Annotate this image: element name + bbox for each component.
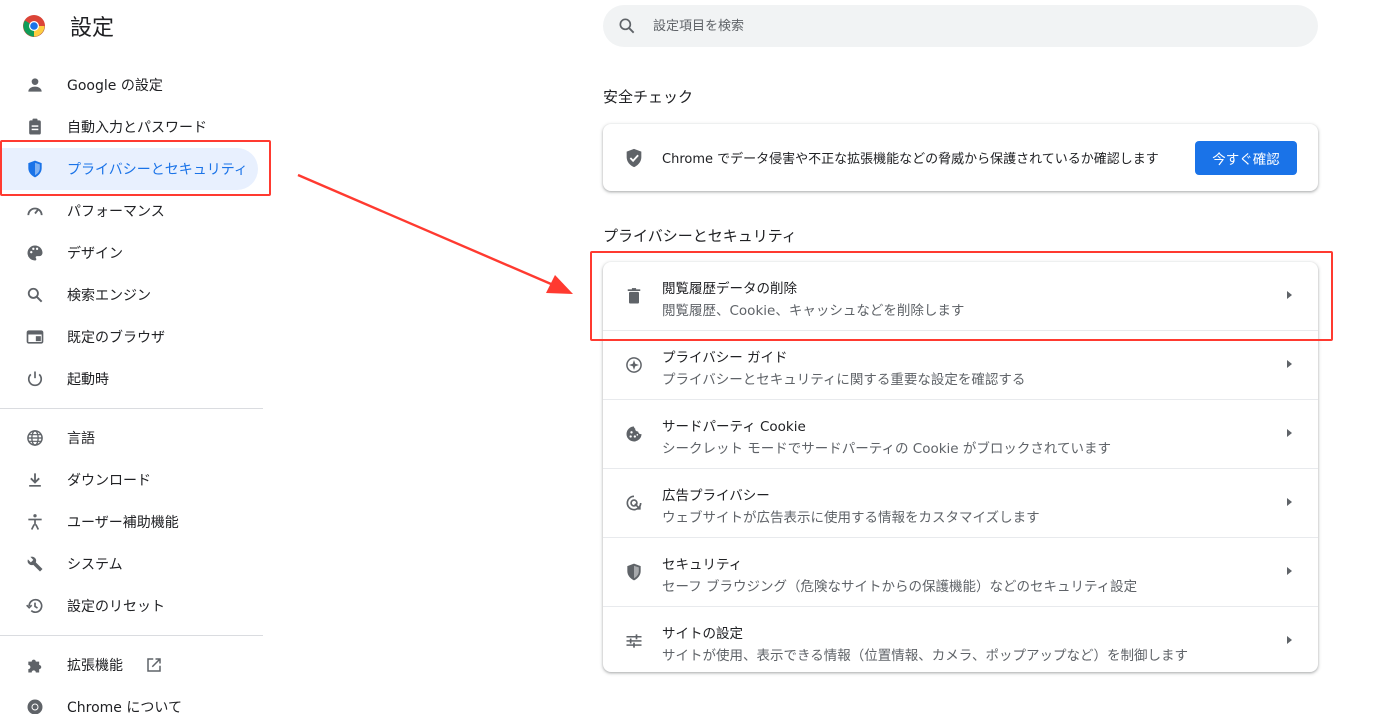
download-icon <box>24 469 46 491</box>
sidebar-item-default-browser[interactable]: 既定のブラウザ <box>0 316 263 358</box>
arrow-right-icon <box>1287 429 1292 437</box>
search-bar[interactable] <box>603 5 1318 47</box>
sidebar-item-search-engine[interactable]: 検索エンジン <box>0 274 263 316</box>
arrow-right-icon <box>1287 567 1292 575</box>
power-icon <box>24 368 46 390</box>
privacy-section-title: プライバシーとセキュリティ <box>603 227 797 245</box>
row-title: サードパーティ Cookie <box>662 419 806 435</box>
annotation-arrow <box>297 173 573 294</box>
row-subtitle: シークレット モードでサードパーティの Cookie がブロックされています <box>662 441 1111 457</box>
page-title: 設定 <box>70 16 115 41</box>
tune-icon <box>623 630 645 652</box>
sidebar-item-label: 自動入力とパスワード <box>67 120 207 136</box>
sidebar-item-label: 拡張機能 <box>67 658 123 674</box>
sidebar-divider <box>0 635 263 636</box>
arrow-right-icon <box>1287 498 1292 506</box>
sidebar-item-label: 既定のブラウザ <box>67 330 165 346</box>
sidebar-item-label: システム <box>67 557 123 573</box>
sidebar-item-reset[interactable]: 設定のリセット <box>0 585 263 627</box>
sidebar-item-extensions[interactable]: 拡張機能 <box>0 644 263 686</box>
chrome-logo-icon <box>23 15 45 37</box>
sidebar-item-label: 設定のリセット <box>67 599 165 615</box>
sidebar-item-about-chrome[interactable]: Chrome について <box>0 686 263 714</box>
safety-check-title: 安全チェック <box>603 88 694 106</box>
sidebar-item-label: 検索エンジン <box>67 288 151 304</box>
security-shield-icon <box>623 561 645 583</box>
accessibility-icon <box>24 511 46 533</box>
chrome-icon <box>24 696 46 714</box>
search-input[interactable] <box>651 17 1255 35</box>
sidebar-item-label: 起動時 <box>67 372 109 388</box>
safety-shield-icon <box>626 148 642 168</box>
row-subtitle: セーフ ブラウジング（危険なサイトからの保護機能）などのセキュリティ設定 <box>662 579 1138 595</box>
sidebar-item-language[interactable]: 言語 <box>0 417 263 459</box>
safety-check-description: Chrome でデータ侵害や不正な拡張機能などの脅威から保護されているか確認しま… <box>662 152 1159 167</box>
search-icon <box>619 18 635 34</box>
row-subtitle: サイトが使用、表示できる情報（位置情報、カメラ、ポップアップなど）を制御します <box>662 648 1188 664</box>
search-icon <box>24 284 46 306</box>
highlight-box-sidebar <box>0 140 271 196</box>
row-title: セキュリティ <box>662 557 743 573</box>
cookie-icon <box>623 423 645 445</box>
sidebar-item-label: ユーザー補助機能 <box>67 515 179 531</box>
arrow-right-icon <box>1287 360 1292 368</box>
arrow-right-icon <box>1287 636 1292 644</box>
speedometer-icon <box>24 200 46 222</box>
row-subtitle: ウェブサイトが広告表示に使用する情報をカスタマイズします <box>662 510 1040 526</box>
row-title: プライバシー ガイド <box>662 350 788 366</box>
sidebar-item-label: 言語 <box>67 431 95 447</box>
open-in-new-icon[interactable] <box>145 656 163 674</box>
sidebar-item-label: デザイン <box>67 246 123 262</box>
sidebar-item-google[interactable]: Google の設定 <box>0 64 263 106</box>
clipboard-icon <box>24 116 46 138</box>
history-icon <box>24 595 46 617</box>
sidebar-item-system[interactable]: システム <box>0 543 263 585</box>
sidebar-divider <box>0 408 263 409</box>
ad-privacy-icon <box>623 492 645 514</box>
wrench-icon <box>24 553 46 575</box>
browser-window-icon <box>24 326 46 348</box>
row-title: 広告プライバシー <box>662 488 770 504</box>
sidebar-item-label: パフォーマンス <box>67 204 165 220</box>
row-title: サイトの設定 <box>662 626 743 642</box>
sidebar-item-startup[interactable]: 起動時 <box>0 358 263 400</box>
puzzle-icon <box>24 654 46 676</box>
site-settings-row[interactable]: サイトの設定 サイトが使用、表示できる情報（位置情報、カメラ、ポップアップなど）… <box>603 606 1318 675</box>
sidebar-item-accessibility[interactable]: ユーザー補助機能 <box>0 501 263 543</box>
sidebar-item-label: ダウンロード <box>67 473 151 489</box>
third-party-cookies-row[interactable]: サードパーティ Cookie シークレット モードでサードパーティの Cooki… <box>603 399 1318 468</box>
sidebar-item-design[interactable]: デザイン <box>0 232 263 274</box>
sidebar-item-label: Google の設定 <box>67 78 163 94</box>
sidebar-item-performance[interactable]: パフォーマンス <box>0 190 263 232</box>
globe-icon <box>24 427 46 449</box>
row-subtitle: プライバシーとセキュリティに関する重要な設定を確認する <box>662 372 1026 388</box>
safety-check-card: Chrome でデータ侵害や不正な拡張機能などの脅威から保護されているか確認しま… <box>603 124 1318 191</box>
ad-privacy-row[interactable]: 広告プライバシー ウェブサイトが広告表示に使用する情報をカスタマイズします <box>603 468 1318 537</box>
sidebar-item-label: Chrome について <box>67 700 182 714</box>
highlight-box-clear-data <box>590 251 1333 341</box>
compass-icon <box>623 354 645 376</box>
sidebar-item-downloads[interactable]: ダウンロード <box>0 459 263 501</box>
person-icon <box>24 74 46 96</box>
check-now-button[interactable]: 今すぐ確認 <box>1195 141 1297 175</box>
security-row[interactable]: セキュリティ セーフ ブラウジング（危険なサイトからの保護機能）などのセキュリテ… <box>603 537 1318 606</box>
settings-page: 設定 Google の設定 自動入力とパスワード プライバシーとセキュリティ <box>0 0 1393 714</box>
palette-icon <box>24 242 46 264</box>
